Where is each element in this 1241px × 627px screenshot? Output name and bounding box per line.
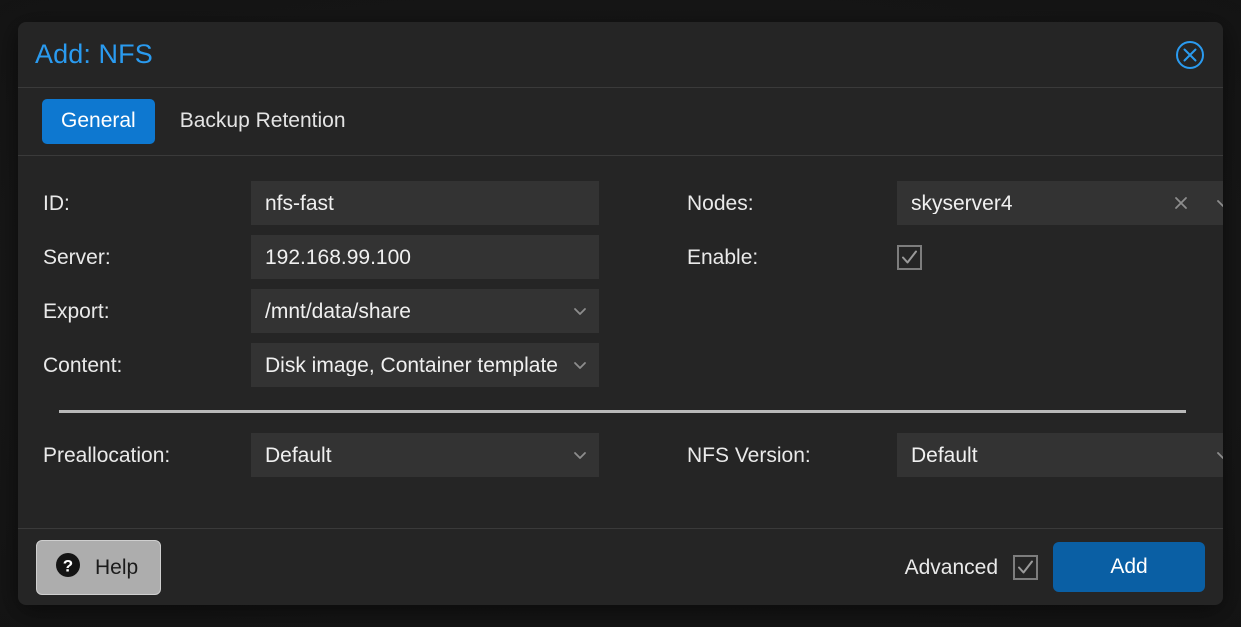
add-nfs-dialog: Add: NFS General Backup Retention ID: nf… (18, 22, 1223, 605)
section-divider (59, 410, 1186, 413)
select-export-value: /mnt/data/share (265, 300, 411, 322)
input-server[interactable]: 192.168.99.100 (251, 235, 599, 279)
chevron-down-icon (1214, 446, 1223, 464)
chevron-down-icon (571, 302, 589, 320)
chevron-down-icon (571, 356, 589, 374)
tab-general[interactable]: General (42, 99, 155, 144)
select-preallocation[interactable]: Default (251, 433, 599, 477)
dialog-tabs: General Backup Retention (18, 88, 1223, 156)
select-preallocation-value: Default (265, 444, 332, 466)
dialog-footer: ? Help Advanced Add (18, 529, 1223, 605)
checkbox-advanced[interactable] (1013, 554, 1038, 580)
dialog-titlebar: Add: NFS (18, 22, 1223, 88)
select-content[interactable]: Disk image, Container template (251, 343, 599, 387)
input-server-value: 192.168.99.100 (265, 246, 411, 268)
chevron-down-icon (1214, 194, 1223, 212)
checkbox-enable[interactable] (897, 244, 922, 270)
advanced-label: Advanced (904, 555, 998, 579)
clear-x-icon[interactable] (1172, 194, 1190, 212)
select-nodes[interactable]: skyserver4 (897, 181, 1223, 225)
chevron-down-icon (571, 446, 589, 464)
dialog-content: ID: nfs-fast Nodes: skyserver4 Server: 1… (18, 156, 1223, 529)
label-id: ID: (43, 191, 70, 215)
select-nodes-value: skyserver4 (911, 192, 1013, 214)
form-grid-basic: ID: nfs-fast Nodes: skyserver4 Server: 1… (43, 181, 1223, 387)
footer-actions: Advanced Add (904, 542, 1205, 592)
checkbox-enable-wrap (897, 244, 1223, 270)
form-grid-advanced: Preallocation: Default NFS Version: Defa… (43, 433, 1223, 477)
label-nfs-version: NFS Version: (687, 443, 811, 467)
close-icon[interactable] (1174, 39, 1206, 71)
label-server: Server: (43, 245, 111, 269)
label-nodes: Nodes: (687, 191, 754, 215)
select-nfs-version-value: Default (911, 444, 978, 466)
help-button[interactable]: ? Help (36, 539, 162, 595)
dialog-title: Add: NFS (35, 39, 153, 69)
svg-text:?: ? (63, 556, 73, 575)
input-id[interactable]: nfs-fast (251, 181, 599, 225)
label-preallocation: Preallocation: (43, 443, 171, 467)
question-circle-icon: ? (55, 552, 81, 583)
help-button-label: Help (95, 555, 139, 579)
add-button[interactable]: Add (1053, 542, 1205, 592)
input-id-value: nfs-fast (265, 192, 334, 214)
select-content-value: Disk image, Container template (265, 354, 558, 376)
label-enable: Enable: (687, 245, 759, 269)
tab-backup-retention[interactable]: Backup Retention (161, 99, 365, 143)
select-export[interactable]: /mnt/data/share (251, 289, 599, 333)
label-export: Export: (43, 299, 110, 323)
select-nfs-version[interactable]: Default (897, 433, 1223, 477)
label-content: Content: (43, 353, 123, 377)
